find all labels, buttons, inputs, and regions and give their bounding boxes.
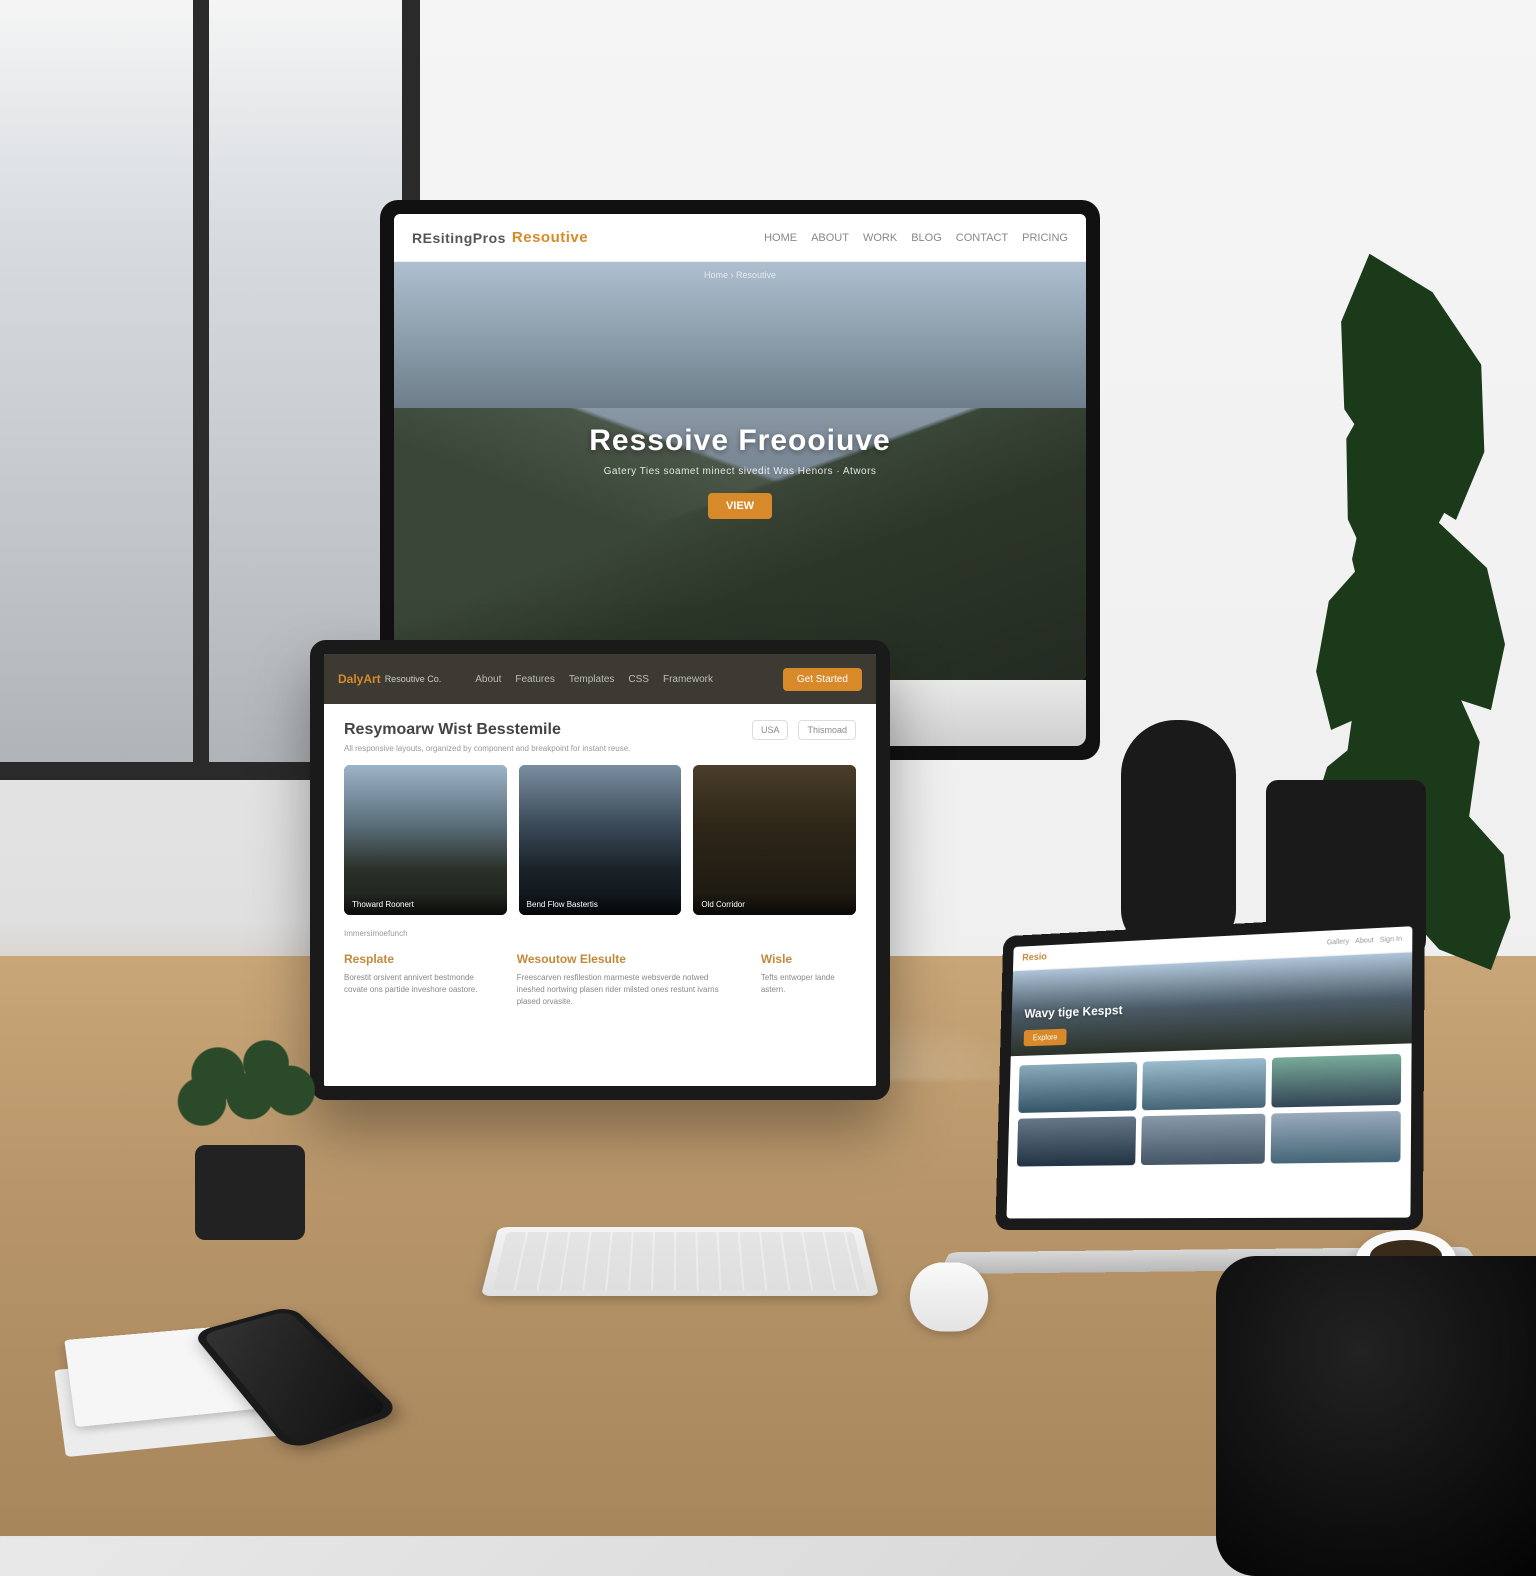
gallery-card[interactable]: Old Corridor [693,765,856,915]
laptop-hero-title: Wavy tige Kespst [1024,1002,1123,1020]
hero-subtitle: Gatery Ties soamet minect sivedit Was He… [604,466,877,477]
nav-blog[interactable]: BLOG [911,232,942,244]
panel-subtitle: All responsive layouts, organized by com… [344,744,856,753]
laptop-thumbnail-grid [1006,1043,1411,1218]
laptop-nav: Gallery About Sign In [1327,936,1402,947]
gallery-card[interactable]: Thoward Roonert [344,765,507,915]
panel-nav-about[interactable]: About [475,674,501,685]
panel-nav-templates[interactable]: Templates [569,674,615,685]
brand-accent: Resoutive [512,229,588,246]
col-body: Borestit orsivent annivert bestmonde cov… [344,972,487,996]
card-image [693,765,856,915]
filter-dropdown-a[interactable]: USA [752,720,789,740]
panel-cta-button[interactable]: Get Started [783,668,862,691]
hero-section: Home › Resoutive Ressoive Freooiuve Gate… [394,262,1086,680]
front-website-panel: DalyArt Resoutive Co. About Features Tem… [310,640,890,1100]
imac-screen: REsitingPros Resoutive HOME ABOUT WORK B… [394,214,1086,680]
panel-brand-name: DalyArt [338,672,381,686]
laptop-nav-gallery[interactable]: Gallery [1327,938,1349,946]
panel-nav-features[interactable]: Features [515,674,554,685]
nav-work[interactable]: WORK [863,232,897,244]
card-caption: Thoward Roonert [344,894,507,915]
brand-text: REsitingPros [412,230,506,246]
thumbnail[interactable] [1017,1116,1136,1166]
filter-dropdown-b[interactable]: Thismoad [798,720,856,740]
card-image [519,765,682,915]
brand-logo[interactable]: REsitingPros Resoutive [412,229,588,246]
panel-title: Resymoarw Wist Besstemile [344,721,742,739]
keyboard [481,1227,879,1296]
panel-header: DalyArt Resoutive Co. About Features Tem… [324,654,876,704]
laptop-nav-about[interactable]: About [1355,937,1374,945]
panel-body: Resymoarw Wist Besstemile USA Thismoad A… [324,704,876,1086]
breadcrumb[interactable]: Home › Resoutive [704,270,776,280]
col-body: Freescarven resfilestion marmeste websve… [517,972,731,1008]
primary-nav: HOME ABOUT WORK BLOG CONTACT PRICING [764,232,1068,244]
laptop: Resio Gallery About Sign In Wavy tige Ke… [995,913,1424,1230]
thumbnail[interactable] [1142,1058,1266,1110]
card-caption: Old Corridor [693,894,856,915]
laptop-brand[interactable]: Resio [1022,952,1047,964]
panel-brand-sub: Resoutive Co. [385,674,442,684]
panel-nav: About Features Templates CSS Framework [475,674,713,685]
col-heading: Wesoutow Elesulte [517,952,731,966]
col-body: Tefts entwoper lande astern. [761,972,856,996]
thumbnail[interactable] [1141,1114,1266,1165]
laptop-hero: Wavy tige Kespst Explore [1011,952,1412,1056]
panel-brand[interactable]: DalyArt Resoutive Co. [338,672,441,686]
smart-speaker [1121,720,1236,950]
col-heading: Wisle [761,952,856,966]
laptop-hero-button[interactable]: Explore [1024,1029,1067,1047]
office-chair [1216,1256,1536,1576]
hero-cta-button[interactable]: VIEW [708,493,772,519]
card-caption: Bend Flow Bastertis [519,894,682,915]
hero-title: Ressoive Freooiuve [589,424,890,458]
site-header: REsitingPros Resoutive HOME ABOUT WORK B… [394,214,1086,262]
panel-nav-css[interactable]: CSS [628,674,649,685]
laptop-screen: Resio Gallery About Sign In Wavy tige Ke… [1006,926,1412,1218]
thumbnail[interactable] [1271,1054,1401,1108]
mouse [908,1262,991,1331]
cards-footnote: Immersimoefunch [344,929,856,938]
thumbnail[interactable] [1018,1062,1137,1113]
col-heading: Resplate [344,952,487,966]
panel-nav-framework[interactable]: Framework [663,674,713,685]
thumbnail[interactable] [1271,1111,1401,1164]
nav-home[interactable]: HOME [764,232,797,244]
nav-pricing[interactable]: PRICING [1022,232,1068,244]
small-plant [190,1080,310,1240]
gallery-card[interactable]: Bend Flow Bastertis [519,765,682,915]
text-columns: Resplate Borestit orsivent annivert best… [344,952,856,1008]
card-row: Thoward Roonert Bend Flow Bastertis Old … [344,765,856,915]
laptop-nav-signin[interactable]: Sign In [1380,936,1402,944]
nav-contact[interactable]: CONTACT [956,232,1008,244]
nav-about[interactable]: ABOUT [811,232,849,244]
scene-background: REsitingPros Resoutive HOME ABOUT WORK B… [0,0,1536,1536]
card-image [344,765,507,915]
